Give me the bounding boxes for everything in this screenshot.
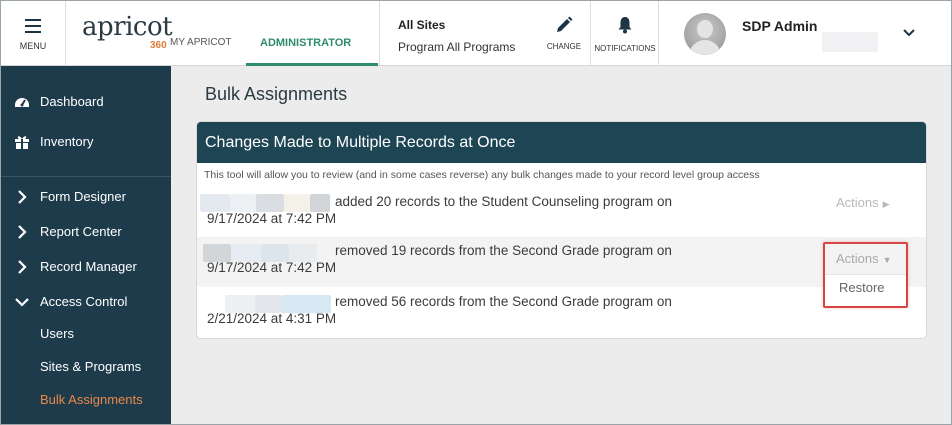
actions-dropdown-toggle[interactable]: Actions ▼ (836, 251, 892, 266)
panel-title: Changes Made to Multiple Records at Once (205, 134, 516, 151)
restore-label: Restore (839, 280, 885, 295)
actions-button[interactable]: Actions ▶ (836, 195, 890, 210)
record-date: 2/21/2024 at 4:31 PM (207, 311, 337, 326)
sidebar-item-label: Report Center (40, 224, 122, 239)
record-date: 9/17/2024 at 7:42 PM (207, 260, 337, 275)
gift-icon (15, 136, 29, 149)
change-label: CHANGE (546, 42, 582, 51)
page-title: Bulk Assignments (205, 84, 348, 104)
record-description: added 20 records to the Student Counseli… (335, 194, 672, 209)
redacted-name (230, 194, 256, 212)
caret-down-icon: ▼ (882, 255, 892, 265)
menu-button[interactable]: MENU (0, 0, 66, 66)
panel-description: This tool will allow you to review (and … (204, 169, 760, 181)
chevron-down-icon (15, 298, 29, 307)
actions-label: Actions (836, 195, 879, 210)
redacted-user-detail (822, 32, 878, 52)
record-description: removed 56 records from the Second Grade… (335, 294, 672, 309)
sidebar-divider (0, 176, 171, 177)
redacted-name (256, 194, 284, 212)
chevron-right-icon (18, 190, 27, 204)
logo-word: apricot (82, 12, 173, 42)
logo-number: 360 (150, 40, 167, 51)
change-button[interactable]: CHANGE (539, 0, 589, 66)
tab-administrator-label: ADMINISTRATOR (260, 37, 352, 49)
user-name: SDP Admin (742, 18, 818, 34)
pencil-icon (557, 16, 573, 32)
notifications-button[interactable]: NOTIFICATIONS (591, 0, 659, 66)
sidebar-item-record-manager[interactable]: Record Manager (0, 249, 171, 283)
sidebar-item-access-control[interactable]: Access Control (0, 284, 171, 318)
apricot-logo[interactable]: apricot 360 (82, 12, 173, 51)
redacted-name (310, 194, 330, 212)
my-apricot-link[interactable]: MY APRICOT (170, 37, 232, 48)
bulk-changes-panel: Changes Made to Multiple Records at Once… (197, 122, 926, 338)
hamburger-icon (25, 19, 41, 37)
sidebar-item-label: Record Manager (40, 259, 137, 274)
redacted-name (284, 194, 310, 212)
actions-label: Actions (836, 251, 879, 266)
tab-administrator[interactable]: ADMINISTRATOR (246, 0, 378, 66)
list-item: removed 19 records from the Second Grade… (197, 237, 926, 287)
actions-dropdown[interactable]: Actions ▼ Restore (823, 242, 908, 308)
sidebar-subitem-sites-programs[interactable]: Sites & Programs (40, 359, 141, 374)
dashboard-icon (15, 98, 29, 107)
record-description: removed 19 records from the Second Grade… (335, 243, 672, 258)
bell-icon (618, 17, 632, 34)
top-bar: MENU apricot 360 MY APRICOT ADMINISTRATO… (0, 0, 952, 66)
chevron-right-icon (18, 260, 27, 274)
list-item: added 20 records to the Student Counseli… (197, 188, 926, 238)
sidebar-item-dashboard[interactable]: Dashboard (0, 84, 171, 118)
panel-header: Changes Made to Multiple Records at Once (197, 122, 926, 163)
chevron-down-icon[interactable] (903, 28, 915, 38)
restore-menu-item[interactable]: Restore (825, 274, 906, 300)
sidebar-subitem-bulk-assignments[interactable]: Bulk Assignments (40, 392, 143, 407)
caret-right-icon: ▶ (882, 199, 890, 209)
sidebar-item-label: Dashboard (40, 94, 104, 109)
record-date: 9/17/2024 at 7:42 PM (207, 211, 337, 226)
avatar[interactable] (684, 13, 726, 55)
sidebar-item-label: Form Designer (40, 189, 126, 204)
menu-label: MENU (19, 41, 47, 51)
list-item: removed 56 records from the Second Grade… (197, 288, 926, 338)
notifications-label: NOTIFICATIONS (594, 44, 656, 53)
sites-title: All Sites (398, 18, 446, 32)
sidebar-item-report-center[interactable]: Report Center (0, 214, 171, 248)
sidebar-item-form-designer[interactable]: Form Designer (0, 179, 171, 213)
sidebar-item-inventory[interactable]: Inventory (0, 124, 171, 158)
chevron-right-icon (18, 225, 27, 239)
sidebar: Dashboard Inventory Form Designer Report… (0, 66, 171, 425)
sidebar-item-label: Inventory (40, 134, 94, 149)
sidebar-item-label: Access Control (40, 294, 128, 309)
redacted-name (200, 194, 230, 212)
program-line: Program All Programs (398, 40, 516, 54)
sidebar-subitem-users[interactable]: Users (40, 326, 74, 341)
